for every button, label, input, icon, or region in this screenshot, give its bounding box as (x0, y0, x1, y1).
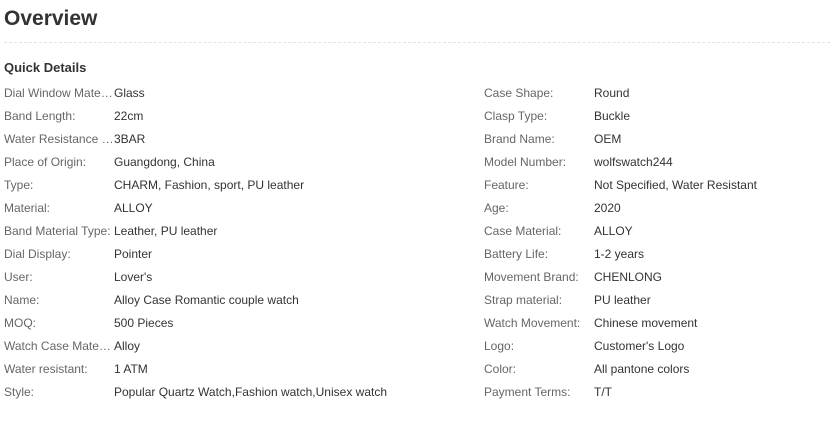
detail-value: OEM (594, 132, 622, 146)
detail-label: Type: (4, 178, 34, 192)
detail-label: Logo: (484, 339, 515, 353)
detail-value: All pantone colors (594, 362, 690, 376)
quick-details-heading: Quick Details (4, 60, 87, 75)
detail-value: 500 Pieces (114, 316, 174, 330)
detail-value: Glass (114, 86, 145, 100)
detail-value: Customer's Logo (594, 339, 685, 353)
detail-value: CHARM, Fashion, sport, PU leather (114, 178, 305, 192)
detail-label: Age: (484, 201, 509, 215)
detail-value: Lover's (114, 270, 153, 284)
detail-label: Strap material: (484, 293, 563, 307)
detail-label: Band Length: (4, 109, 76, 123)
detail-value: 2020 (594, 201, 621, 215)
detail-value: Alloy (114, 339, 141, 353)
detail-label: Watch Case Material: (4, 339, 114, 353)
detail-value: 22cm (114, 109, 144, 123)
detail-label: Material: (4, 201, 51, 215)
detail-label: Case Shape: (484, 86, 554, 100)
detail-label: Color: (484, 362, 517, 376)
detail-label: Brand Name: (484, 132, 555, 146)
detail-value: Not Specified, Water Resistant (594, 178, 757, 192)
detail-value: Alloy Case Romantic couple watch (114, 293, 299, 307)
detail-label: Water Resistance Depth: (4, 132, 114, 146)
detail-label: Style: (4, 385, 35, 399)
detail-value: CHENLONG (594, 270, 663, 284)
detail-label: Name: (4, 293, 40, 307)
title-divider (4, 42, 830, 43)
detail-label: Movement Brand: (484, 270, 579, 284)
detail-label: Payment Terms: (484, 385, 571, 399)
detail-value: 1-2 years (594, 247, 645, 261)
detail-value: Pointer (114, 247, 153, 261)
detail-label: User: (4, 270, 33, 284)
detail-label: Water resistant: (4, 362, 88, 376)
detail-label: Case Material: (484, 224, 562, 238)
detail-label: Feature: (484, 178, 529, 192)
detail-value: ALLOY (114, 201, 153, 215)
detail-value: 3BAR (114, 132, 146, 146)
detail-value: Buckle (594, 109, 631, 123)
overview-title: Overview (4, 7, 98, 30)
detail-value: Chinese movement (594, 316, 698, 330)
detail-value: wolfswatch244 (594, 155, 673, 169)
detail-label: Watch Movement: (484, 316, 581, 330)
detail-label: Band Material Type: (4, 224, 111, 238)
detail-value: Popular Quartz Watch,Fashion watch,Unise… (114, 385, 388, 399)
detail-value: T/T (594, 385, 612, 399)
detail-label: Dial Display: (4, 247, 71, 261)
detail-value: ALLOY (594, 224, 633, 238)
detail-label: Clasp Type: (484, 109, 548, 123)
detail-label: Place of Origin: (4, 155, 87, 169)
detail-value: 1 ATM (114, 362, 148, 376)
detail-value: Guangdong, China (114, 155, 215, 169)
detail-label: Battery Life: (484, 247, 549, 261)
detail-value: PU leather (594, 293, 651, 307)
detail-label: Model Number: (484, 155, 567, 169)
detail-value: Round (594, 86, 630, 100)
detail-value: Leather, PU leather (114, 224, 218, 238)
detail-label: Dial Window Material Type: (4, 86, 114, 100)
detail-label: MOQ: (4, 316, 36, 330)
